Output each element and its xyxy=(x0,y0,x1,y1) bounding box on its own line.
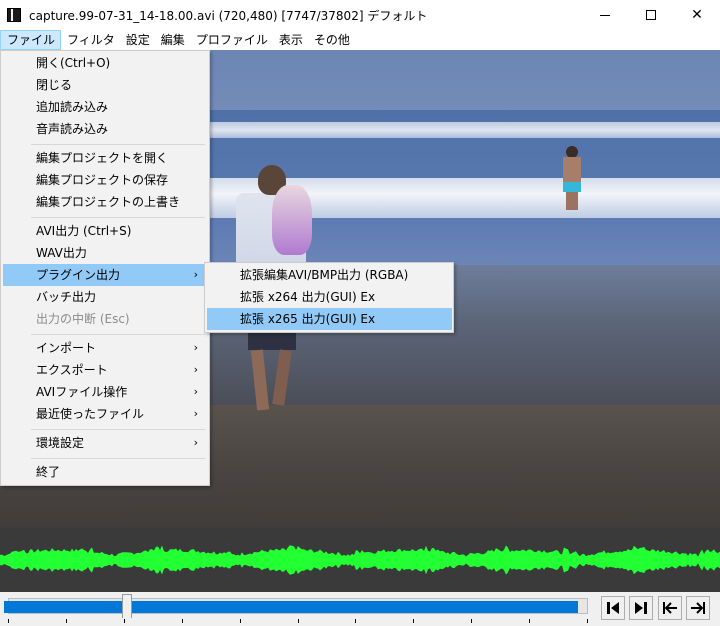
menu-separator xyxy=(31,429,205,430)
seek-thumb[interactable] xyxy=(122,594,132,624)
minimize-button[interactable] xyxy=(582,0,628,30)
chevron-right-icon: › xyxy=(193,436,198,449)
seek-tick xyxy=(471,619,472,623)
chevron-right-icon: › xyxy=(193,341,198,354)
seek-ticks xyxy=(8,619,588,623)
seek-tick xyxy=(355,619,356,623)
title-bar: capture.99-07-31_14-18.00.avi (720,480) … xyxy=(0,0,720,30)
next-frame-button[interactable] xyxy=(629,596,653,620)
menu-edit[interactable]: 編集 xyxy=(155,30,190,50)
menu-settings[interactable]: 設定 xyxy=(120,30,155,50)
seek-tick xyxy=(124,619,125,623)
chevron-right-icon: › xyxy=(193,363,198,376)
menu-item-avi-output[interactable]: AVI出力 (Ctrl+S) xyxy=(3,220,208,242)
seek-tick xyxy=(182,619,183,623)
menu-item-append-load[interactable]: 追加読み込み xyxy=(3,96,208,118)
menu-item-import[interactable]: インポート › xyxy=(3,337,208,359)
skip-to-start-icon xyxy=(663,602,677,614)
menu-item-batch-output[interactable]: バッチ出力 xyxy=(3,286,208,308)
menu-bar: ファイル フィルタ 設定 編集 プロファイル 表示 その他 xyxy=(0,30,720,50)
menu-item-export[interactable]: エクスポート › xyxy=(3,359,208,381)
plugin-output-submenu: 拡張編集AVI/BMP出力 (RGBA) 拡張 x264 出力(GUI) Ex … xyxy=(204,262,454,333)
chevron-right-icon: › xyxy=(193,268,198,281)
submenu-item-x265[interactable]: 拡張 x265 出力(GUI) Ex xyxy=(207,308,452,330)
menu-item-abort-output: 出力の中断 (Esc) xyxy=(36,312,130,326)
menu-file[interactable]: ファイル xyxy=(0,30,62,50)
menu-item-save-project[interactable]: 編集プロジェクトの保存 xyxy=(3,169,208,191)
film-icon xyxy=(7,8,21,22)
submenu-item-extended-avi-bmp[interactable]: 拡張編集AVI/BMP出力 (RGBA) xyxy=(207,264,452,286)
maximize-button[interactable] xyxy=(628,0,674,30)
menu-item-audio-load[interactable]: 音声読み込み xyxy=(3,118,208,140)
skip-to-end-icon xyxy=(691,602,705,614)
menu-item-wav-output[interactable]: WAV出力 xyxy=(3,242,208,264)
audio-waveform xyxy=(0,528,720,592)
menu-separator xyxy=(31,144,205,145)
seek-tick xyxy=(529,619,530,623)
chevron-right-icon: › xyxy=(193,407,198,420)
menu-separator xyxy=(31,458,205,459)
seek-tick xyxy=(587,619,588,623)
go-start-button[interactable] xyxy=(658,596,682,620)
menu-view[interactable]: 表示 xyxy=(273,30,308,50)
maximize-icon xyxy=(646,10,656,20)
step-back-icon xyxy=(607,602,619,614)
prev-frame-button[interactable] xyxy=(601,596,625,620)
seek-tick xyxy=(298,619,299,623)
menu-separator xyxy=(31,217,205,218)
menu-item-exit[interactable]: 終了 xyxy=(3,461,208,483)
close-button[interactable]: ✕ xyxy=(674,0,720,30)
menu-item-close[interactable]: 閉じる xyxy=(3,74,208,96)
file-menu-dropdown: 開く(Ctrl+O) 閉じる 追加読み込み 音声読み込み 編集プロジェクトを開く… xyxy=(0,50,210,486)
submenu-item-x264[interactable]: 拡張 x264 出力(GUI) Ex xyxy=(207,286,452,308)
waveform-graph xyxy=(0,545,720,575)
menu-other[interactable]: その他 xyxy=(308,30,355,50)
seek-tick xyxy=(66,619,67,623)
minimize-icon xyxy=(600,14,610,16)
app-window: capture.99-07-31_14-18.00.avi (720,480) … xyxy=(0,0,720,626)
menu-item-preferences[interactable]: 環境設定 › xyxy=(3,432,208,454)
video-person-far xyxy=(560,146,584,210)
seek-tick xyxy=(240,619,241,623)
menu-item-avi-file-ops[interactable]: AVIファイル操作 › xyxy=(3,381,208,403)
seek-tick xyxy=(413,619,414,623)
menu-item-open-project[interactable]: 編集プロジェクトを開く xyxy=(3,147,208,169)
seek-track-fill xyxy=(4,601,578,613)
waveform-path xyxy=(0,545,720,575)
go-end-button[interactable] xyxy=(686,596,710,620)
chevron-right-icon: › xyxy=(193,385,198,398)
seek-bar-area xyxy=(0,592,720,626)
window-title: capture.99-07-31_14-18.00.avi (720,480) … xyxy=(29,9,428,23)
menu-separator xyxy=(31,334,205,335)
menu-filter[interactable]: フィルタ xyxy=(61,30,120,50)
menu-item-recent-files[interactable]: 最近使ったファイル › xyxy=(3,403,208,425)
menu-item-overwrite-project[interactable]: 編集プロジェクトの上書き xyxy=(3,191,208,213)
seek-tick xyxy=(8,619,9,623)
menu-item-open[interactable]: 開く(Ctrl+O) xyxy=(3,52,208,74)
menu-item-plugin-output[interactable]: プラグイン出力 › xyxy=(3,264,208,286)
close-icon: ✕ xyxy=(691,7,703,23)
menu-profile[interactable]: プロファイル xyxy=(190,30,273,50)
step-forward-icon xyxy=(635,602,647,614)
